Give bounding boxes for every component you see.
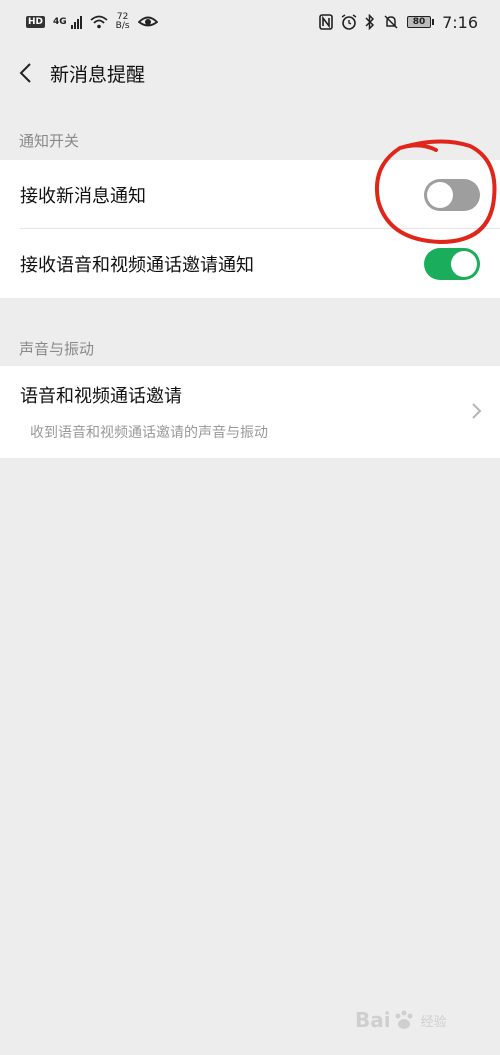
wifi-icon: [90, 15, 108, 29]
call-invite-toggle[interactable]: [424, 247, 480, 280]
status-bar: HD 4G 72 B/s 80 7:16: [0, 0, 500, 44]
mute-icon: [384, 15, 398, 29]
item-sublabel: 收到语音和视频通话邀请的声音与振动: [30, 425, 268, 441]
setting-label: 接收语音和视频通话邀请通知: [20, 254, 254, 276]
chevron-left-icon: [19, 63, 31, 83]
nfc-icon: [319, 14, 333, 30]
watermark-logo: Bai 经验: [355, 1008, 447, 1032]
setting-row-new-message: 接收新消息通知: [0, 160, 500, 229]
call-invite-sound-item[interactable]: 语音和视频通话邀请 收到语音和视频通话邀请的声音与振动: [0, 366, 500, 458]
item-label: 语音和视频通话邀请: [20, 386, 182, 407]
status-bar-left: HD 4G 72 B/s: [26, 13, 158, 31]
title-bar: 新消息提醒: [0, 44, 500, 102]
bluetooth-icon: [365, 14, 375, 30]
section-title-notify: 通知开关: [19, 132, 80, 150]
back-button[interactable]: [12, 60, 38, 86]
setting-label: 接收新消息通知: [20, 185, 146, 207]
notify-card: 接收新消息通知 接收语音和视频通话邀请通知: [0, 160, 500, 298]
toggle-knob: [451, 250, 477, 277]
toggle-knob: [427, 181, 453, 208]
alarm-icon: [341, 14, 357, 30]
battery-level: 80: [407, 16, 432, 28]
clock: 7:16: [442, 12, 478, 32]
section-title-sound: 声音与振动: [19, 340, 95, 358]
speed-unit: B/s: [115, 21, 130, 31]
setting-row-call-invite: 接收语音和视频通话邀请通知: [0, 229, 500, 298]
signal-icon: [70, 15, 82, 29]
status-bar-right: 80 7:16: [319, 13, 478, 32]
new-message-toggle[interactable]: [424, 178, 480, 211]
watermark-brand: Bai: [355, 1008, 391, 1032]
chevron-right-icon: [472, 403, 482, 419]
hd-indicator: HD: [26, 16, 46, 28]
page-title: 新消息提醒: [50, 63, 146, 86]
watermark-suffix: 经验: [420, 1014, 447, 1030]
battery-icon: 80: [407, 16, 435, 28]
sound-card: 语音和视频通话邀请 收到语音和视频通话邀请的声音与振动: [0, 366, 500, 458]
paw-icon: [395, 1010, 413, 1029]
eye-icon: [137, 16, 158, 27]
network-type: 4G: [53, 17, 67, 27]
network-speed: 72 B/s: [116, 13, 130, 31]
